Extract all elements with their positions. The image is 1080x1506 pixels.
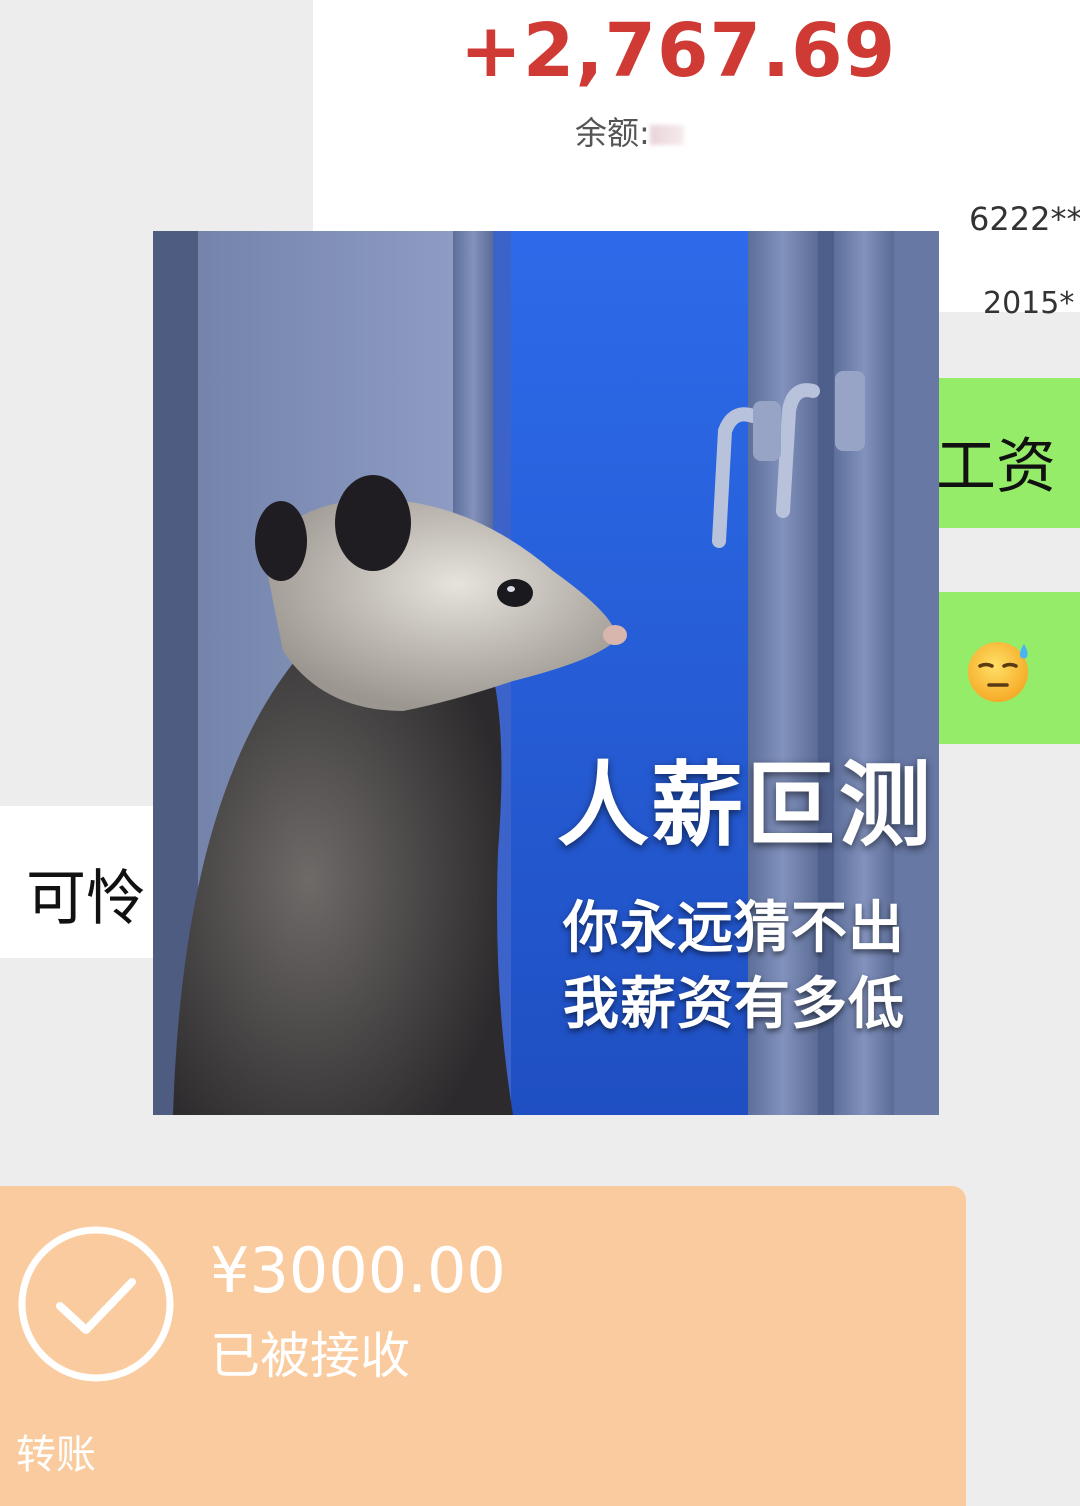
- transfer-card[interactable]: ¥3000.00 已被接收 转账: [0, 1186, 966, 1506]
- message-text: 工资: [936, 432, 1056, 502]
- transaction-date: 2015*: [983, 286, 1075, 321]
- balance-redacted-value: [649, 125, 684, 145]
- downcast-face-with-sweat-icon: [968, 642, 1028, 702]
- transfer-amount: ¥3000.00: [210, 1234, 506, 1307]
- meme-sticker-image[interactable]: 人薪叵测 你永远猜不出 我薪资有多低: [153, 231, 939, 1115]
- meme-title: 人薪叵测: [557, 752, 934, 859]
- meme-caption-line: 你永远猜不出: [563, 896, 905, 961]
- message-text: 可怜: [26, 864, 146, 934]
- income-amount: +2,767.69: [459, 8, 897, 94]
- balance-label: 余额:: [575, 114, 650, 152]
- check-circle-icon: [18, 1226, 174, 1382]
- card-number: 6222**: [969, 200, 1080, 238]
- balance-row: 余额:: [575, 108, 684, 154]
- transfer-label: 转账: [16, 1432, 96, 1478]
- meme-caption-line: 我薪资有多低: [563, 972, 905, 1037]
- transfer-status: 已被接收: [210, 1327, 410, 1385]
